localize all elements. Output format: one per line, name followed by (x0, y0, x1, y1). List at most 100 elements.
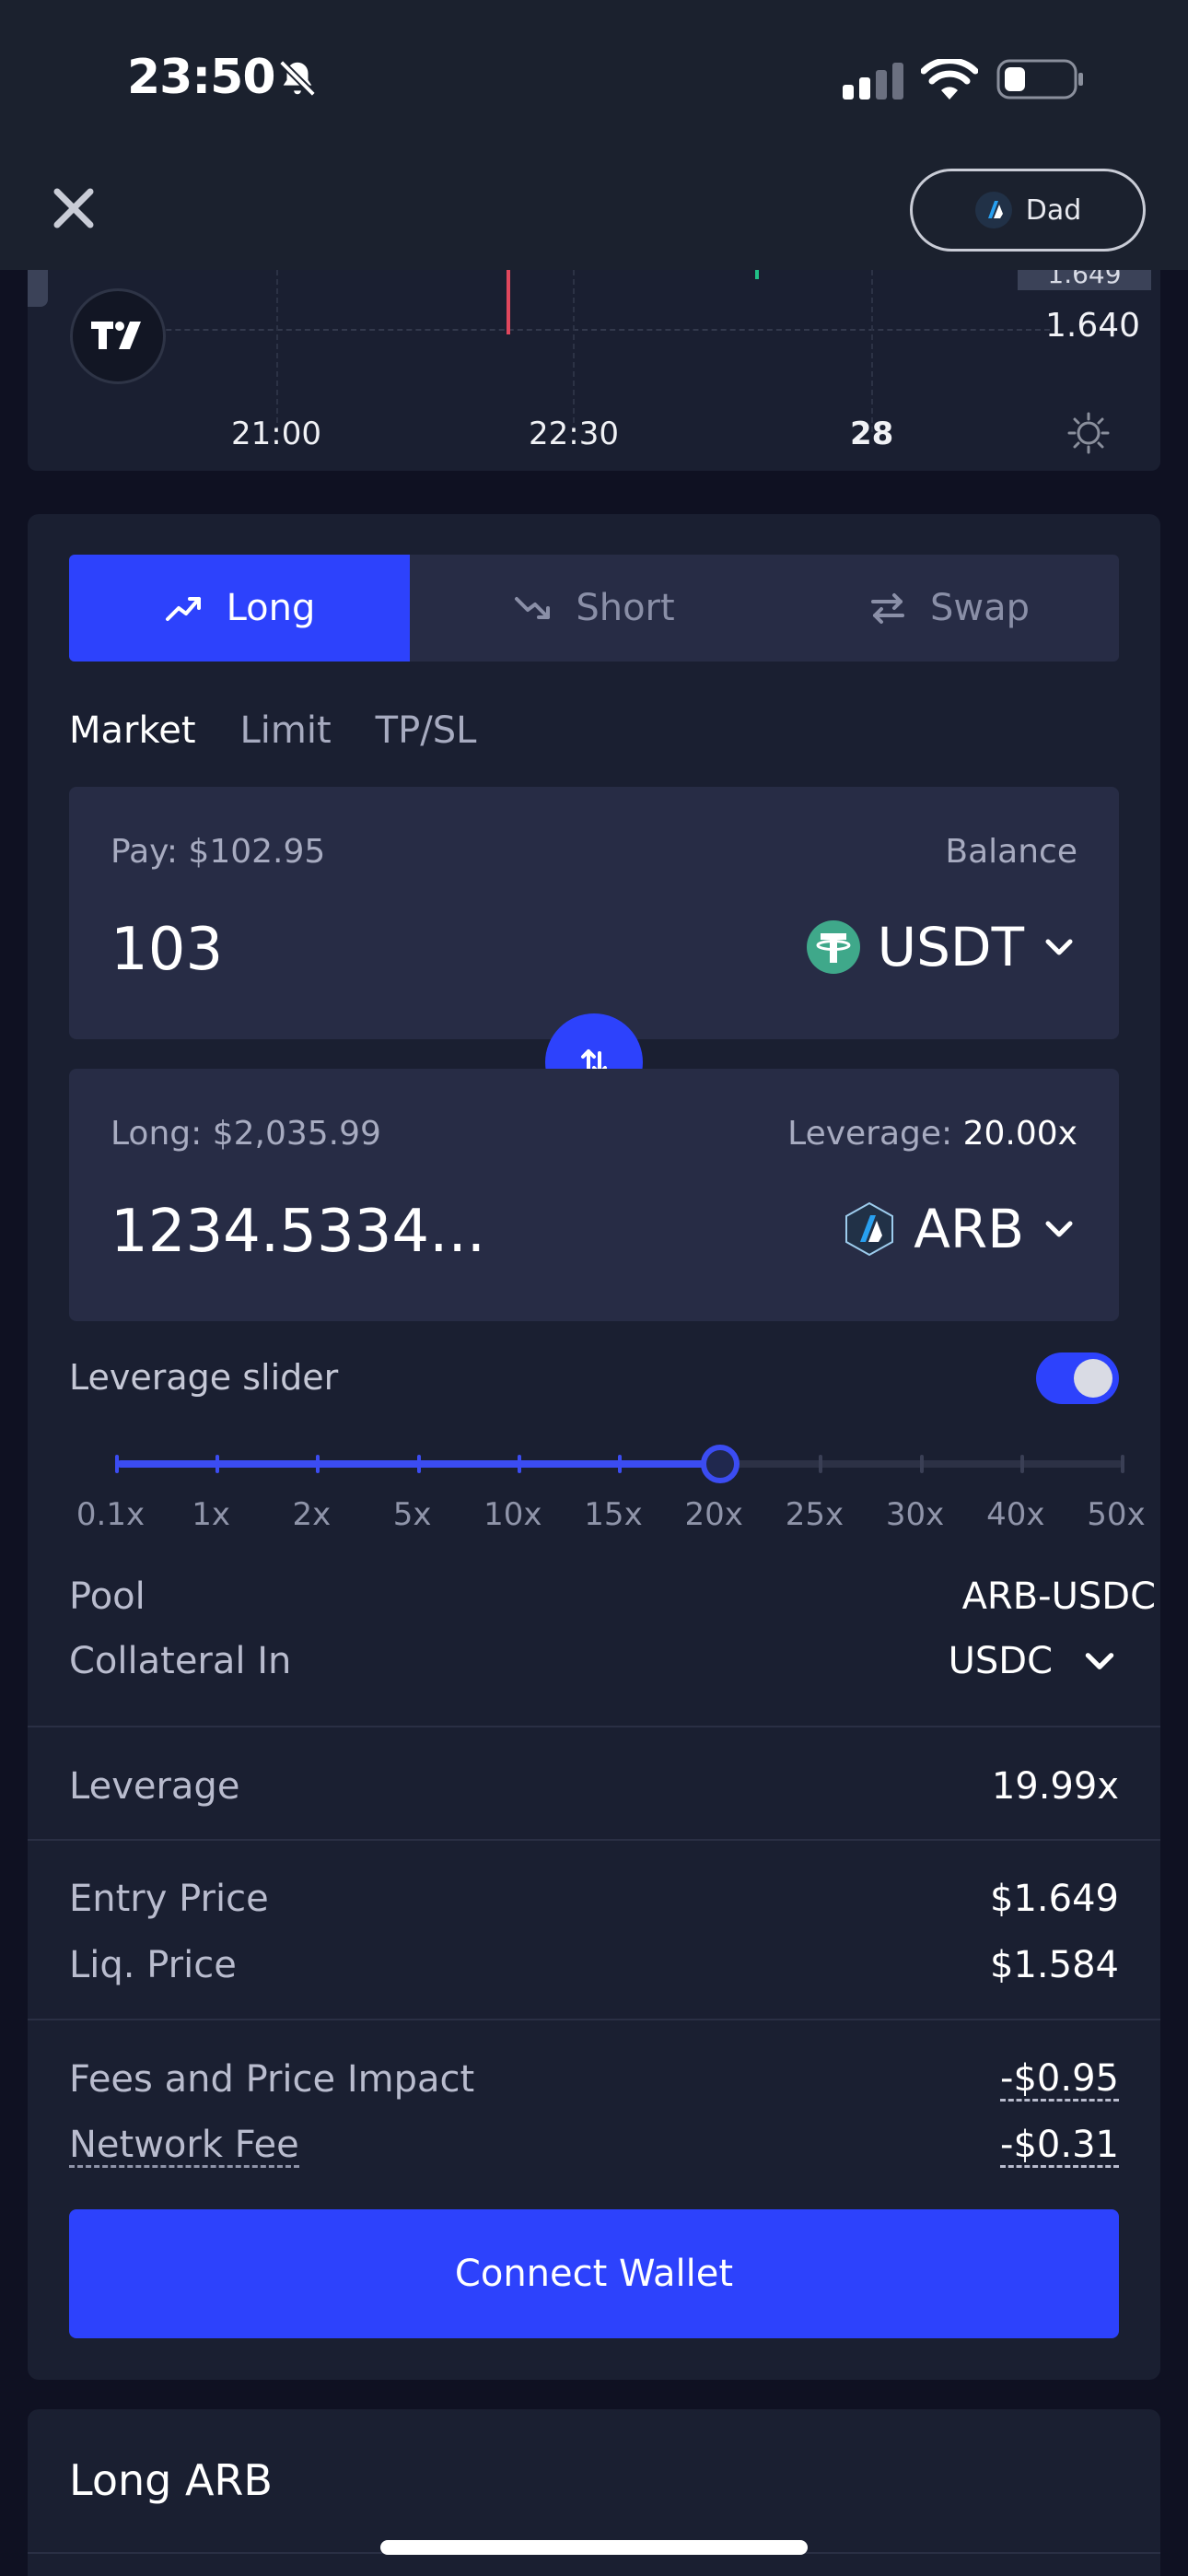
slider-mark-label[interactable]: 30x (886, 1496, 944, 1533)
long-amount-input[interactable]: 1234.5334... (111, 1198, 485, 1266)
chart-gridline (276, 270, 278, 432)
tab-short-label: Short (576, 587, 675, 629)
leverage-readout: Leverage: 20.00x (787, 1115, 1077, 1153)
collateral-value[interactable]: USDC (949, 1640, 1053, 1682)
trade-panel: Long Short Swap Market Limit TP/SL Pay: … (28, 514, 1160, 2380)
chart-price-tag: 1.649 (1018, 270, 1151, 290)
slider-mark[interactable] (618, 1455, 622, 1473)
leverage-slider-label: Leverage slider (69, 1357, 339, 1398)
chart-drawer-handle[interactable] (28, 270, 48, 307)
pay-input-box: Pay: $102.95 Balance 103 USDT (69, 787, 1119, 1039)
slider-mark[interactable] (316, 1455, 320, 1473)
chart-settings-icon[interactable] (1066, 411, 1111, 455)
slider-mark-label[interactable]: 1x (192, 1496, 230, 1533)
slider-mark-label[interactable]: 40x (986, 1496, 1044, 1533)
chart-gridline (871, 270, 873, 432)
slider-mark[interactable] (517, 1455, 521, 1473)
tab-swap[interactable]: Swap (778, 555, 1119, 662)
slider-mark-label[interactable]: 10x (483, 1496, 542, 1533)
fees-row: Fees and Price Impact -$0.95 (69, 2058, 1119, 2102)
collateral-label: Collateral In (69, 1640, 292, 1682)
pay-token-selector[interactable]: USDT (806, 916, 1077, 978)
chevron-down-icon (1045, 939, 1073, 955)
network-fee-value[interactable]: -$0.31 (1000, 2125, 1119, 2168)
chart-price-line (92, 329, 1050, 331)
pool-label: Pool (69, 1575, 146, 1618)
arbitrum-icon (974, 192, 1012, 228)
status-time: 23:50 (127, 50, 276, 105)
order-type-tabs: Market Limit TP/SL (69, 709, 476, 752)
slider-mark-label[interactable]: 50x (1087, 1496, 1145, 1533)
tab-market[interactable]: Market (69, 709, 196, 752)
chart-time-tick: 22:30 (529, 416, 619, 452)
slider-mark-label[interactable]: 2x (293, 1496, 332, 1533)
position-summary-title: Long ARB (69, 2455, 273, 2505)
network-fee-row: Network Fee -$0.31 (69, 2125, 1119, 2168)
fees-value[interactable]: -$0.95 (1000, 2058, 1119, 2102)
price-chart[interactable]: 1.649 1.640 21:00 22:30 28 (28, 270, 1160, 471)
liq-price-label: Liq. Price (69, 1944, 237, 1986)
slider-mark[interactable] (215, 1455, 220, 1473)
collateral-row[interactable]: Collateral In USDC (69, 1640, 1119, 1682)
slider-mark-label[interactable]: 15x (584, 1496, 642, 1533)
slider-mark[interactable] (819, 1455, 823, 1473)
tab-short[interactable]: Short (410, 555, 778, 662)
chevron-down-icon[interactable] (1080, 1642, 1119, 1680)
chart-time-tick: 21:00 (231, 416, 321, 452)
slider-mark-labels: 0.1x 1x 2x 5x 10x 15x 20x 25x 30x 40x 50x (69, 1496, 1174, 1533)
account-button[interactable]: Dad (910, 169, 1146, 252)
chart-candle-green (755, 270, 759, 279)
slider-mark[interactable] (919, 1455, 924, 1473)
slider-mark-label[interactable]: 20x (684, 1496, 742, 1533)
slider-mark-label[interactable]: 0.1x (76, 1496, 145, 1533)
pay-amount-input[interactable]: 103 (111, 916, 223, 984)
leverage-slider-toggle[interactable] (1036, 1352, 1119, 1404)
network-fee-label[interactable]: Network Fee (69, 2125, 299, 2168)
tab-limit[interactable]: Limit (240, 709, 332, 752)
balance-label[interactable]: Balance (945, 833, 1077, 871)
trend-up-icon (165, 597, 201, 621)
swap-arrows-icon (870, 593, 904, 624)
slider-mark-label[interactable]: 5x (393, 1496, 432, 1533)
top-bar: 23:50 Dad (0, 0, 1188, 270)
trend-down-icon (515, 597, 551, 619)
close-icon (53, 188, 94, 228)
divider (28, 1839, 1160, 1841)
chart-gridline (573, 270, 575, 432)
slider-mark[interactable] (416, 1455, 421, 1473)
slider-thumb[interactable] (701, 1445, 740, 1483)
entry-price-row: Entry Price $1.649 (69, 1878, 1119, 1920)
pool-row: Pool ARB-USDC (69, 1575, 1156, 1618)
cellular-signal-icon (843, 63, 903, 100)
connect-wallet-button[interactable]: Connect Wallet (69, 2209, 1119, 2338)
entry-price-label: Entry Price (69, 1878, 269, 1920)
slider-mark[interactable] (1019, 1455, 1024, 1473)
liq-price-value: $1.584 (990, 1944, 1119, 1986)
leverage-label: Leverage (69, 1765, 240, 1808)
battery-low-icon (996, 59, 1083, 100)
chart-time-tick: 28 (850, 416, 894, 452)
arbitrum-icon (845, 1201, 894, 1257)
chevron-down-icon (1045, 1221, 1073, 1237)
long-token-selector[interactable]: ARB (842, 1198, 1077, 1260)
leverage-value: 19.99x (991, 1765, 1119, 1808)
slider-mark[interactable] (115, 1455, 119, 1473)
slider-mark-label[interactable]: 25x (786, 1496, 844, 1533)
leverage-slider[interactable] (69, 1435, 1124, 1491)
long-usd-value: Long: $2,035.99 (111, 1115, 381, 1153)
chart-candle-red (507, 270, 510, 334)
tradingview-logo-icon[interactable] (70, 288, 166, 384)
close-button[interactable] (46, 181, 101, 236)
leverage-readout-value: 20.00x (962, 1115, 1077, 1153)
pay-token-symbol: USDT (877, 916, 1024, 978)
divider (28, 2019, 1160, 2020)
toggle-knob (1074, 1359, 1112, 1398)
tab-long[interactable]: Long (69, 555, 410, 662)
fees-label: Fees and Price Impact (69, 2058, 475, 2101)
home-indicator[interactable] (380, 2540, 808, 2555)
trade-type-tabs: Long Short Swap (69, 555, 1119, 662)
tab-tp-sl[interactable]: TP/SL (376, 709, 477, 752)
long-token-symbol: ARB (914, 1198, 1024, 1260)
slider-mark[interactable] (1121, 1455, 1124, 1473)
wifi-icon (921, 59, 978, 100)
